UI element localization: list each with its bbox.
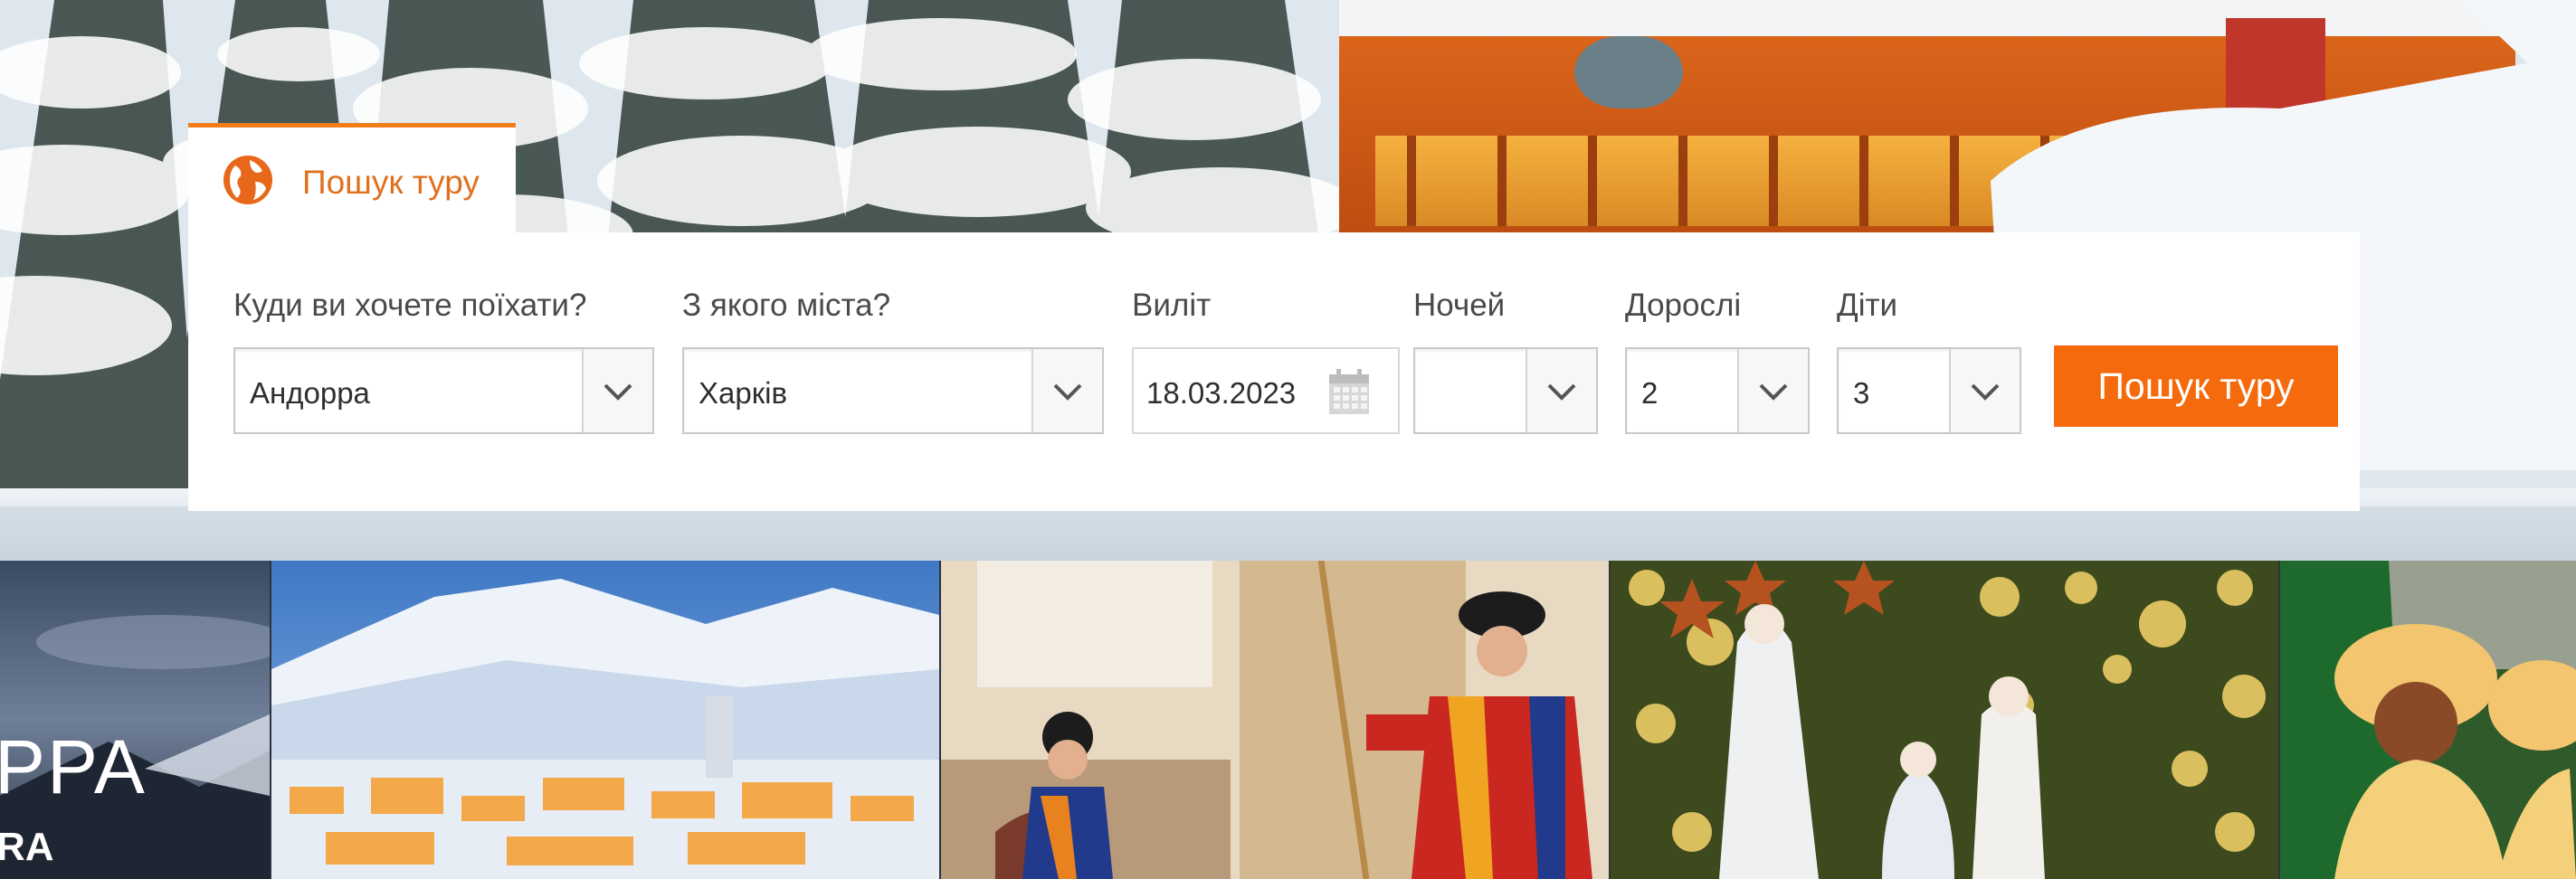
- children-dropdown-toggle[interactable]: [1949, 349, 2020, 432]
- gallery-tile-ski-resort[interactable]: [271, 561, 939, 879]
- adults-value: 2: [1641, 376, 1659, 410]
- departure-date-value: 18.03.2023: [1146, 376, 1297, 410]
- adults-dropdown-toggle[interactable]: [1737, 349, 1808, 432]
- destination-value: Андорра: [250, 376, 370, 410]
- gallery-tile-christmas[interactable]: [1611, 561, 2278, 879]
- nights-select[interactable]: [1413, 347, 1598, 434]
- from-city-select[interactable]: Харків: [682, 347, 1104, 434]
- nights-dropdown-toggle[interactable]: [1526, 349, 1596, 432]
- tab-tour-search[interactable]: Пошук туру: [188, 123, 516, 233]
- tile-caption: PPA: [0, 724, 147, 809]
- children-value: 3: [1853, 376, 1870, 410]
- destination-gallery: PPA RA: [0, 561, 2576, 879]
- from-city-value: Харків: [699, 376, 788, 410]
- gallery-tile-vatican[interactable]: [941, 561, 1609, 879]
- search-tour-button[interactable]: Пошук туру: [2054, 345, 2338, 427]
- chevron-down-icon: [1053, 383, 1082, 401]
- nights-label: Ночей: [1413, 288, 1506, 323]
- children-select[interactable]: 3: [1837, 347, 2021, 434]
- tile-subcaption: RA: [0, 825, 54, 869]
- destination-select[interactable]: Андорра: [233, 347, 654, 434]
- destination-label: Куди ви хочете поїхати?: [233, 288, 587, 323]
- from-city-dropdown-toggle[interactable]: [1031, 349, 1102, 432]
- globe-icon: [223, 156, 272, 204]
- from-city-label: З якого міста?: [682, 288, 891, 323]
- children-label: Діти: [1837, 288, 1898, 323]
- gallery-tile-andorra[interactable]: PPA RA: [0, 561, 270, 879]
- departure-date-input[interactable]: 18.03.2023: [1132, 347, 1400, 434]
- tile-image: [941, 561, 1609, 879]
- destination-dropdown-toggle[interactable]: [582, 349, 652, 432]
- tile-image: [271, 561, 939, 879]
- chevron-down-icon: [1971, 383, 2000, 401]
- calendar-icon[interactable]: [1327, 369, 1371, 416]
- tile-image: [1611, 561, 2278, 879]
- chevron-down-icon: [1759, 383, 1788, 401]
- tab-label: Пошук туру: [302, 164, 480, 201]
- adults-select[interactable]: 2: [1625, 347, 1810, 434]
- adults-label: Дорослі: [1625, 288, 1742, 323]
- departure-label: Виліт: [1132, 288, 1212, 323]
- gallery-tile-carnival[interactable]: [2280, 561, 2576, 879]
- tile-image: [2280, 561, 2576, 879]
- chevron-down-icon: [604, 383, 632, 401]
- chevron-down-icon: [1547, 383, 1576, 401]
